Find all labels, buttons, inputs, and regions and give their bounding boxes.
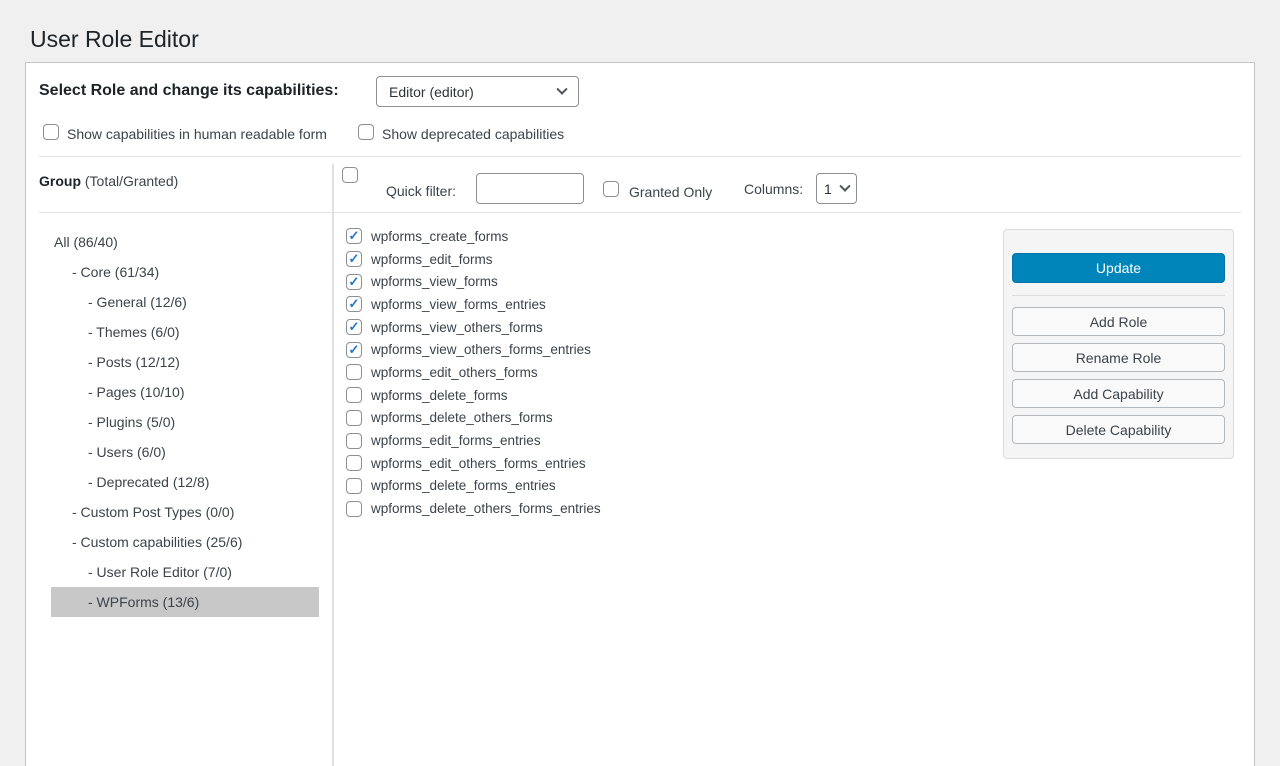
add-capability-button[interactable]: Add Capability — [1012, 379, 1225, 408]
group-tree-item[interactable]: - Pages (10/10) — [51, 377, 319, 407]
checkmark-icon: ✓ — [349, 297, 360, 310]
capability-label: wpforms_edit_forms — [371, 252, 493, 267]
capability-label: wpforms_view_forms — [371, 274, 498, 289]
checkmark-icon: ✓ — [349, 343, 360, 356]
human-readable-label: Show capabilities in human readable form — [67, 126, 327, 142]
delete-capability-button[interactable]: Delete Capability — [1012, 415, 1225, 444]
capability-row: ✓ wpforms_view_others_forms_entries — [346, 338, 601, 361]
capability-checkbox[interactable]: ✓ — [346, 274, 362, 290]
capability-row: wpforms_delete_forms — [346, 384, 601, 407]
capability-checkbox[interactable] — [346, 455, 362, 471]
group-tree-item[interactable]: - Deprecated (12/8) — [51, 467, 319, 497]
checkmark-icon: ✓ — [349, 275, 360, 288]
group-tree-item[interactable]: - General (12/6) — [51, 287, 319, 317]
capability-checkbox[interactable] — [346, 478, 362, 494]
capability-row: ✓ wpforms_edit_forms — [346, 248, 601, 271]
capability-row: ✓ wpforms_create_forms — [346, 225, 601, 248]
capability-label: wpforms_view_others_forms — [371, 320, 543, 335]
capability-row: wpforms_edit_others_forms_entries — [346, 452, 601, 475]
select-role-label: Select Role and change its capabilities: — [39, 82, 339, 100]
group-header-title: Group — [39, 173, 81, 189]
group-tree-item[interactable]: - Posts (12/12) — [51, 347, 319, 377]
capability-row: wpforms_delete_forms_entries — [346, 475, 601, 498]
capability-label: wpforms_edit_forms_entries — [371, 433, 541, 448]
secondary-actions: Add Role Rename Role Add Capability Delete … — [1012, 307, 1225, 444]
divider — [1012, 295, 1225, 296]
show-deprecated-label: Show deprecated capabilities — [382, 126, 564, 142]
capability-checkbox[interactable]: ✓ — [346, 228, 362, 244]
capability-row: wpforms_delete_others_forms — [346, 407, 601, 430]
columns-select[interactable]: 1 — [816, 173, 857, 204]
capability-row: wpforms_edit_others_forms — [346, 361, 601, 384]
role-select[interactable]: Editor (editor) — [376, 76, 579, 107]
page-title: User Role Editor — [30, 26, 199, 53]
capability-checkbox[interactable]: ✓ — [346, 296, 362, 312]
divider — [39, 156, 1241, 157]
capability-checkbox[interactable] — [346, 387, 362, 403]
human-readable-checkbox[interactable] — [43, 124, 59, 140]
capability-checkbox[interactable] — [346, 410, 362, 426]
checkmark-icon: ✓ — [349, 229, 360, 242]
divider — [39, 212, 1241, 213]
capability-checkbox[interactable] — [346, 433, 362, 449]
group-tree-item[interactable]: - WPForms (13/6) — [51, 587, 319, 617]
capability-list: ✓ wpforms_create_forms ✓ wpforms_edit_forms… — [346, 225, 601, 520]
show-deprecated-checkbox[interactable] — [358, 124, 374, 140]
granted-only-checkbox[interactable] — [603, 181, 619, 197]
group-tree-item[interactable]: - Users (6/0) — [51, 437, 319, 467]
group-tree-item[interactable]: All (86/40) — [51, 227, 319, 257]
add-role-button[interactable]: Add Role — [1012, 307, 1225, 336]
chevron-down-icon — [839, 180, 850, 191]
group-column-header: Group (Total/Granted) — [39, 173, 178, 189]
select-all-checkbox[interactable] — [342, 167, 358, 183]
group-tree-item[interactable]: - Core (61/34) — [51, 257, 319, 287]
group-header-suffix: (Total/Granted) — [85, 173, 178, 189]
role-select-value: Editor (editor) — [389, 84, 558, 100]
update-button[interactable]: Update — [1012, 253, 1225, 283]
chevron-down-icon — [556, 83, 567, 94]
capability-row: wpforms_edit_forms_entries — [346, 429, 601, 452]
capability-label: wpforms_delete_others_forms_entries — [371, 501, 601, 516]
capability-label: wpforms_delete_forms — [371, 388, 508, 403]
columns-label: Columns: — [744, 181, 803, 197]
capability-row: ✓ wpforms_view_forms — [346, 270, 601, 293]
checkmark-icon: ✓ — [349, 252, 360, 265]
capability-checkbox[interactable]: ✓ — [346, 342, 362, 358]
quick-filter-label: Quick filter: — [386, 183, 456, 199]
capability-checkbox[interactable]: ✓ — [346, 319, 362, 335]
capability-label: wpforms_view_forms_entries — [371, 297, 546, 312]
columns-select-value: 1 — [824, 181, 841, 197]
capability-label: wpforms_delete_forms_entries — [371, 478, 556, 493]
capability-checkbox[interactable] — [346, 501, 362, 517]
actions-panel: Update Add Role Rename Role Add Capability… — [1003, 229, 1234, 459]
group-tree-item[interactable]: - Themes (6/0) — [51, 317, 319, 347]
group-tree-item[interactable]: - Custom Post Types (0/0) — [51, 497, 319, 527]
group-tree-item[interactable]: - Custom capabilities (25/6) — [51, 527, 319, 557]
rename-role-button[interactable]: Rename Role — [1012, 343, 1225, 372]
quick-filter-input[interactable] — [476, 173, 584, 204]
capability-row: ✓ wpforms_view_others_forms — [346, 316, 601, 339]
group-tree-item[interactable]: - Plugins (5/0) — [51, 407, 319, 437]
main-panel: Select Role and change its capabilities:… — [25, 62, 1255, 766]
capability-row: wpforms_delete_others_forms_entries — [346, 497, 601, 520]
granted-only-label: Granted Only — [629, 184, 712, 200]
capability-label: wpforms_create_forms — [371, 229, 508, 244]
column-divider — [332, 164, 334, 766]
capability-label: wpforms_delete_others_forms — [371, 410, 553, 425]
capability-checkbox[interactable] — [346, 364, 362, 380]
capability-label: wpforms_edit_others_forms_entries — [371, 456, 586, 471]
capability-label: wpforms_edit_others_forms — [371, 365, 538, 380]
group-tree: All (86/40)- Core (61/34)- General (12/6… — [51, 227, 319, 617]
capability-row: ✓ wpforms_view_forms_entries — [346, 293, 601, 316]
group-tree-item[interactable]: - User Role Editor (7/0) — [51, 557, 319, 587]
checkmark-icon: ✓ — [349, 320, 360, 333]
user-role-editor-screen: User Role Editor Select Role and change … — [0, 0, 1280, 766]
capability-checkbox[interactable]: ✓ — [346, 251, 362, 267]
capability-label: wpforms_view_others_forms_entries — [371, 342, 591, 357]
